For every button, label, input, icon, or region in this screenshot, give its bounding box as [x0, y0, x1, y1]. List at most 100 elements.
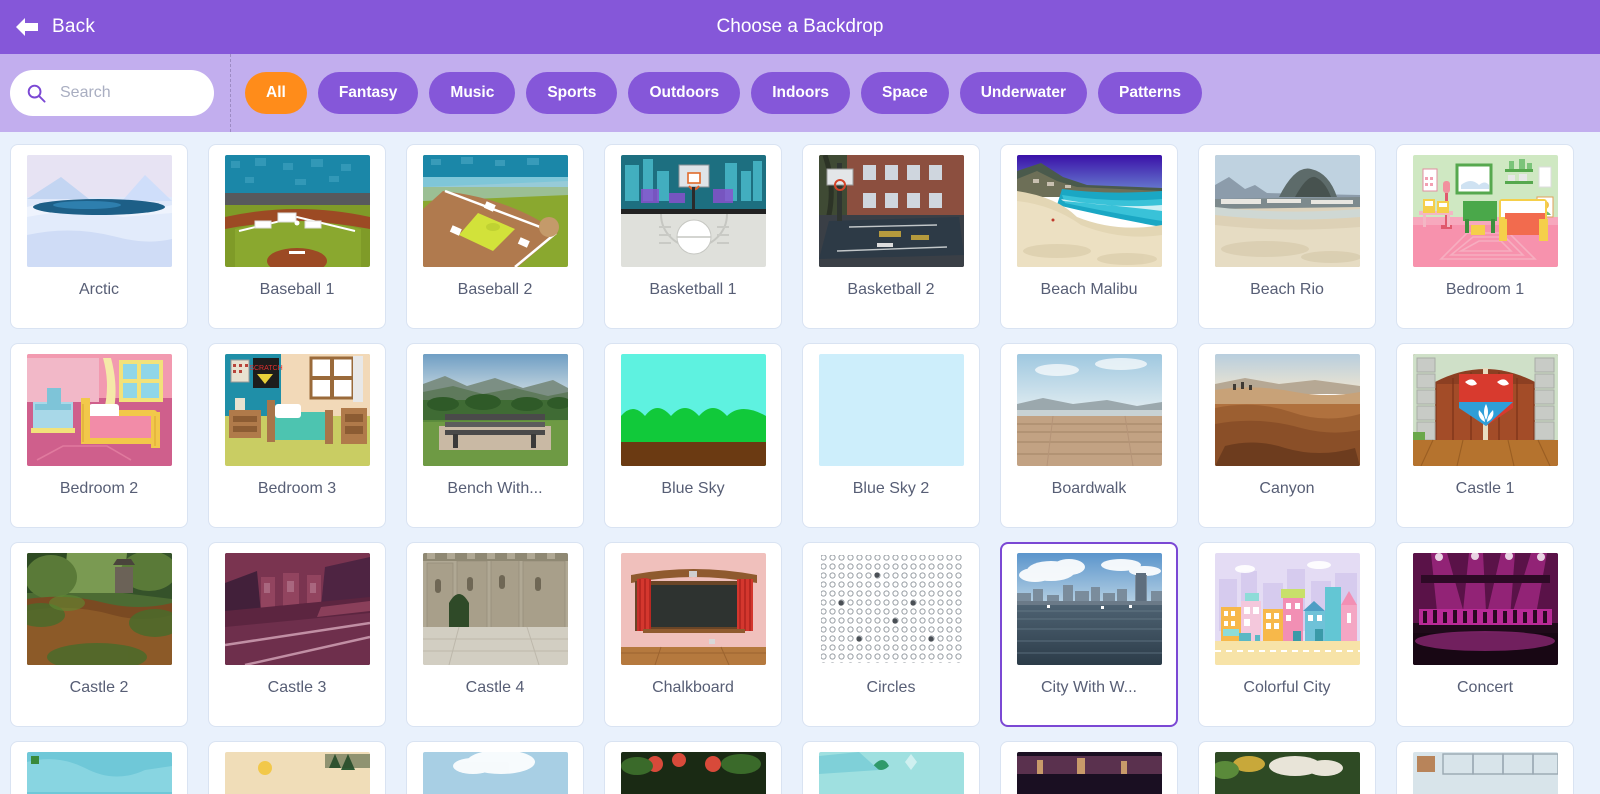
back-label: Back	[52, 16, 96, 37]
backdrop-card[interactable]: Boardwalk	[1000, 343, 1178, 528]
backdrop-label: Beach Rio	[1250, 281, 1324, 298]
backdrop-thumbnail	[422, 752, 568, 794]
search-input[interactable]	[60, 84, 200, 102]
backdrop-card[interactable]: Bench With...	[406, 343, 584, 528]
backdrop-card[interactable]: Arctic	[10, 144, 188, 329]
backdrop-label: Basketball 1	[649, 281, 737, 298]
backdrop-thumbnail	[26, 354, 172, 466]
backdrop-card[interactable]	[802, 741, 980, 794]
backdrop-label: Beach Malibu	[1040, 281, 1138, 298]
backdrop-thumbnail	[224, 553, 370, 665]
filter-tag-fantasy[interactable]: Fantasy	[317, 72, 419, 114]
svg-text:SCRATCH: SCRATCH	[249, 365, 282, 372]
backdrop-card[interactable]: Canyon	[1198, 343, 1376, 528]
backdrop-card[interactable]	[1396, 741, 1574, 794]
backdrop-thumbnail	[422, 155, 568, 267]
backdrop-label: Boardwalk	[1051, 480, 1127, 497]
backdrop-card[interactable]: City With W...	[1000, 542, 1178, 727]
backdrop-card[interactable]: Blue Sky	[604, 343, 782, 528]
backdrop-card[interactable]: Chalkboard	[604, 542, 782, 727]
backdrop-grid-area[interactable]: Arctic Baseball 1 Baseball 2 Basketball …	[0, 132, 1600, 794]
backdrop-card[interactable]: Baseball 2	[406, 144, 584, 329]
backdrop-card[interactable]: Colorful City	[1198, 542, 1376, 727]
backdrop-thumbnail	[26, 553, 172, 665]
backdrop-thumbnail	[818, 155, 964, 267]
backdrop-label: City With W...	[1041, 679, 1137, 696]
backdrop-label: Castle 1	[1455, 480, 1515, 497]
page-title: Choose a Backdrop	[716, 16, 884, 37]
filter-tag-patterns[interactable]: Patterns	[1097, 72, 1203, 114]
backdrop-card[interactable]: Baseball 1	[208, 144, 386, 329]
backdrop-card[interactable]	[604, 741, 782, 794]
backdrop-thumbnail	[620, 354, 766, 466]
backdrop-card[interactable]: Castle 3	[208, 542, 386, 727]
backdrop-card[interactable]: Castle 1	[1396, 343, 1574, 528]
backdrop-card[interactable]	[10, 741, 188, 794]
backdrop-card[interactable]: Circles	[802, 542, 980, 727]
filter-tag-underwater[interactable]: Underwater	[959, 72, 1087, 114]
backdrop-card[interactable]	[406, 741, 584, 794]
backdrop-thumbnail	[818, 553, 964, 665]
backdrop-card[interactable]: Castle 2	[10, 542, 188, 727]
backdrop-label: Blue Sky 2	[852, 480, 930, 497]
backdrop-thumbnail	[1214, 553, 1360, 665]
filter-divider	[230, 54, 231, 132]
backdrop-card[interactable]: Beach Malibu	[1000, 144, 1178, 329]
backdrop-card[interactable]: Basketball 2	[802, 144, 980, 329]
backdrop-thumbnail	[620, 553, 766, 665]
backdrop-thumbnail	[620, 155, 766, 267]
backdrop-thumbnail	[620, 752, 766, 794]
backdrop-thumbnail	[1016, 354, 1162, 466]
filter-tag-sports[interactable]: Sports	[526, 72, 618, 114]
backdrop-thumbnail	[818, 752, 964, 794]
backdrop-thumbnail	[1016, 155, 1162, 267]
backdrop-label: Concert	[1456, 679, 1514, 696]
header-bar: Back Choose a Backdrop	[0, 0, 1600, 54]
backdrop-label: Castle 2	[69, 679, 129, 696]
backdrop-card[interactable]: Basketball 1	[604, 144, 782, 329]
backdrop-label: Circles	[866, 679, 916, 696]
backdrop-thumbnail	[26, 752, 172, 794]
backdrop-thumbnail	[224, 155, 370, 267]
filter-bar: AllFantasyMusicSportsOutdoorsIndoorsSpac…	[0, 54, 1600, 132]
backdrop-thumbnail	[1214, 752, 1360, 794]
backdrop-label: Arctic	[79, 281, 119, 298]
filter-tag-indoors[interactable]: Indoors	[751, 72, 851, 114]
backdrop-card[interactable]: Bedroom 1	[1396, 144, 1574, 329]
arrow-left-icon	[16, 18, 38, 36]
backdrop-thumbnail	[422, 553, 568, 665]
backdrop-card[interactable]: Blue Sky 2	[802, 343, 980, 528]
backdrop-label: Blue Sky	[661, 480, 725, 497]
backdrop-label: Chalkboard	[652, 679, 734, 696]
filter-tag-outdoors[interactable]: Outdoors	[628, 72, 741, 114]
backdrop-card[interactable]	[1198, 741, 1376, 794]
backdrop-thumbnail	[26, 155, 172, 267]
backdrop-label: Baseball 2	[457, 281, 533, 298]
backdrop-card[interactable]: SCRATCH Bedroom 3	[208, 343, 386, 528]
backdrop-label: Castle 3	[267, 679, 327, 696]
backdrop-label: Bedroom 2	[59, 480, 139, 497]
backdrop-thumbnail	[1412, 155, 1558, 267]
backdrop-card[interactable]: Beach Rio	[1198, 144, 1376, 329]
backdrop-label: Castle 4	[465, 679, 525, 696]
backdrop-label: Bedroom 3	[257, 480, 337, 497]
backdrop-thumbnail	[1214, 155, 1360, 267]
backdrop-thumbnail	[224, 752, 370, 794]
backdrop-thumbnail: SCRATCH	[224, 354, 370, 466]
backdrop-card[interactable]: Bedroom 2	[10, 343, 188, 528]
back-button[interactable]: Back	[14, 16, 95, 38]
search-box[interactable]	[10, 70, 214, 116]
backdrop-card[interactable]	[208, 741, 386, 794]
backdrop-thumbnail	[1412, 354, 1558, 466]
backdrop-thumbnail	[818, 354, 964, 466]
filter-tag-music[interactable]: Music	[429, 72, 516, 114]
backdrop-label: Bedroom 1	[1445, 281, 1525, 298]
filter-tag-space[interactable]: Space	[861, 72, 949, 114]
backdrop-label: Baseball 1	[259, 281, 335, 298]
backdrop-label: Colorful City	[1243, 679, 1331, 696]
backdrop-card[interactable]: Concert	[1396, 542, 1574, 727]
backdrop-card[interactable]: Castle 4	[406, 542, 584, 727]
backdrop-label: Bench With...	[447, 480, 543, 497]
filter-tag-all[interactable]: All	[245, 72, 307, 114]
backdrop-card[interactable]	[1000, 741, 1178, 794]
